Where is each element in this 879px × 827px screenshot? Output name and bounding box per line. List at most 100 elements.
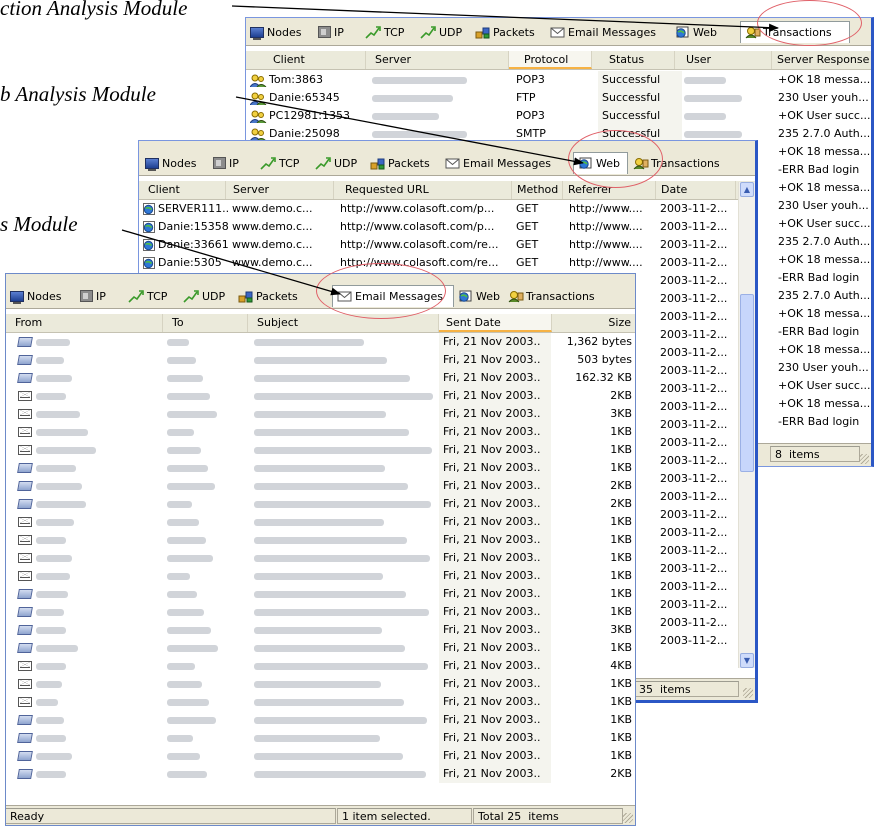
em-tab-web[interactable]: Web <box>458 287 500 305</box>
table-row[interactable]: 2003-11-2... <box>637 398 737 416</box>
table-row[interactable]: 2003-11-2... <box>637 542 737 560</box>
table-row[interactable]: Fri, 21 Nov 2003.. 3KB <box>6 405 635 423</box>
transactions-resize-grip[interactable] <box>859 454 869 464</box>
table-row[interactable]: Fri, 21 Nov 2003.. 4KB <box>6 657 635 675</box>
col-protocol[interactable]: Protocol <box>509 51 592 69</box>
table-row[interactable]: 2003-11-2... <box>637 344 737 362</box>
tx-tab-tcp[interactable]: TCP <box>365 23 404 41</box>
col-server-response[interactable]: Server Response <box>772 51 871 69</box>
table-row[interactable]: Fri, 21 Nov 2003.. 1KB <box>6 729 635 747</box>
table-row[interactable]: Fri, 21 Nov 2003.. 2KB <box>6 495 635 513</box>
table-row[interactable]: Fri, 21 Nov 2003.. 1KB <box>6 567 635 585</box>
scroll-up-button[interactable]: ▲ <box>740 182 754 197</box>
table-row[interactable]: 2003-11-2... <box>637 434 737 452</box>
web-tab-email[interactable]: Email Messages <box>445 154 551 172</box>
table-row[interactable]: SERVER111... www.demo.c... http://www.cola… <box>139 200 737 218</box>
table-row[interactable]: Fri, 21 Nov 2003.. 1KB <box>6 531 635 549</box>
table-row[interactable]: 2003-11-2... <box>637 596 737 614</box>
table-row[interactable]: 2003-11-2... <box>637 632 737 650</box>
em-tab-udp[interactable]: UDP <box>183 287 225 305</box>
table-row[interactable]: 2003-11-2... <box>637 272 737 290</box>
tx-tab-ip[interactable]: IP <box>318 23 344 41</box>
web-tab-udp[interactable]: UDP <box>315 154 357 172</box>
col-web-server[interactable]: Server <box>226 181 334 199</box>
tx-tab-udp[interactable]: UDP <box>420 23 462 41</box>
table-row[interactable]: Fri, 21 Nov 2003.. 1KB <box>6 441 635 459</box>
table-row[interactable]: Fri, 21 Nov 2003.. 1KB <box>6 693 635 711</box>
table-row[interactable]: 2003-11-2... <box>637 560 737 578</box>
table-row[interactable]: 2003-11-2... <box>637 578 737 596</box>
table-row[interactable]: Fri, 21 Nov 2003.. 1KB <box>6 747 635 765</box>
em-tab-transactions[interactable]: Transactions <box>508 287 595 305</box>
table-row[interactable]: 2003-11-2... <box>637 488 737 506</box>
tx-tab-transactions[interactable]: Transactions <box>740 21 850 43</box>
table-row[interactable]: Fri, 21 Nov 2003.. 503 bytes <box>6 351 635 369</box>
web-tab-web[interactable]: Web <box>573 152 628 174</box>
web-tab-nodes[interactable]: Nodes <box>145 154 196 172</box>
web-tab-tcp[interactable]: TCP <box>260 154 299 172</box>
col-sent-date[interactable]: Sent Date <box>439 314 552 332</box>
email-resize-grip[interactable] <box>623 813 633 823</box>
web-resize-grip[interactable] <box>743 688 753 698</box>
table-row[interactable]: 2003-11-2... <box>637 308 737 326</box>
table-row[interactable]: Danie:33661 www.demo.c... http://www.colas… <box>139 236 737 254</box>
em-tab-nodes[interactable]: Nodes <box>10 287 61 305</box>
scroll-thumb[interactable] <box>740 294 754 472</box>
col-size[interactable]: Size <box>552 314 635 332</box>
col-client[interactable]: Client <box>246 51 366 69</box>
web-scrollbar[interactable]: ▲ ▼ <box>738 182 755 668</box>
col-subject[interactable]: Subject <box>248 314 439 332</box>
table-row[interactable]: Fri, 21 Nov 2003.. 2KB <box>6 387 635 405</box>
table-row[interactable]: Fri, 21 Nov 2003.. 1KB <box>6 675 635 693</box>
tx-tab-email[interactable]: Email Messages <box>550 23 656 41</box>
col-web-referrer[interactable]: Referrer <box>563 181 656 199</box>
em-tab-packets[interactable]: Packets <box>238 287 298 305</box>
col-server[interactable]: Server <box>366 51 509 69</box>
tx-tab-web[interactable]: Web <box>675 23 717 41</box>
table-row[interactable]: 2003-11-2... <box>637 380 737 398</box>
table-row[interactable]: Fri, 21 Nov 2003.. 1KB <box>6 603 635 621</box>
table-row[interactable]: 2003-11-2... <box>637 506 737 524</box>
table-row[interactable]: Fri, 21 Nov 2003.. 1KB <box>6 549 635 567</box>
web-tab-ip[interactable]: IP <box>213 154 239 172</box>
col-user[interactable]: User <box>675 51 772 69</box>
table-row[interactable]: Fri, 21 Nov 2003.. 1,362 bytes <box>6 333 635 351</box>
table-row[interactable]: Fri, 21 Nov 2003.. 1KB <box>6 513 635 531</box>
table-row[interactable]: 2003-11-2... <box>637 452 737 470</box>
table-row[interactable]: Fri, 21 Nov 2003.. 1KB <box>6 711 635 729</box>
tx-tab-packets[interactable]: Packets <box>475 23 535 41</box>
table-row[interactable]: Fri, 21 Nov 2003.. 1KB <box>6 459 635 477</box>
table-row[interactable]: Danie:65345 FTP Successful 230 User youh... <box>246 89 871 107</box>
table-row[interactable]: 2003-11-2... <box>637 416 737 434</box>
table-row[interactable]: Fri, 21 Nov 2003.. 2KB <box>6 765 635 783</box>
table-row[interactable]: 2003-11-2... <box>637 362 737 380</box>
col-web-url[interactable]: Requested URL <box>334 181 512 199</box>
table-row[interactable]: Tom:3863 POP3 Successful +OK 18 messa... <box>246 71 871 89</box>
table-row[interactable]: Fri, 21 Nov 2003.. 1KB <box>6 423 635 441</box>
col-web-method[interactable]: Method <box>512 181 563 199</box>
tx-tab-nodes[interactable]: Nodes <box>250 23 301 41</box>
table-row[interactable]: 2003-11-2... <box>637 614 737 632</box>
table-row[interactable]: Fri, 21 Nov 2003.. 3KB <box>6 621 635 639</box>
table-row[interactable]: 2003-11-2... <box>637 524 737 542</box>
table-row[interactable]: Fri, 21 Nov 2003.. 1KB <box>6 639 635 657</box>
table-row[interactable]: 2003-11-2... <box>637 326 737 344</box>
col-to[interactable]: To <box>163 314 248 332</box>
col-web-date[interactable]: Date <box>656 181 736 199</box>
table-row[interactable]: Fri, 21 Nov 2003.. 1KB <box>6 585 635 603</box>
scroll-down-button[interactable]: ▼ <box>740 653 754 668</box>
web-tab-transactions[interactable]: Transactions <box>633 154 720 172</box>
col-from[interactable]: From <box>6 314 163 332</box>
table-row[interactable]: Danie:5305 www.demo.c... http://www.colaso… <box>139 254 737 272</box>
table-row[interactable]: Danie:15358 www.demo.c... http://www.colas… <box>139 218 737 236</box>
col-status[interactable]: Status <box>592 51 675 69</box>
table-row[interactable]: Fri, 21 Nov 2003.. 2KB <box>6 477 635 495</box>
em-tab-ip[interactable]: IP <box>80 287 106 305</box>
table-row[interactable]: 2003-11-2... <box>637 290 737 308</box>
em-tab-tcp[interactable]: TCP <box>128 287 167 305</box>
em-tab-email[interactable]: Email Messages <box>332 285 454 307</box>
table-row[interactable]: PC12981:1353 POP3 Successful +OK User succ.… <box>246 107 871 125</box>
table-row[interactable]: Fri, 21 Nov 2003.. 162.32 KB <box>6 369 635 387</box>
table-row[interactable]: 2003-11-2... <box>637 470 737 488</box>
web-tab-packets[interactable]: Packets <box>370 154 430 172</box>
